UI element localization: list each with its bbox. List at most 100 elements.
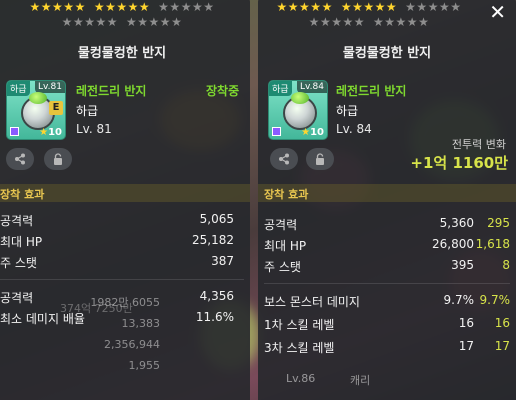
item-name: 레전드리 반지 [336, 84, 407, 98]
empty-star-icon: ★ [148, 15, 160, 29]
empty-star-icon: ★ [384, 15, 396, 29]
compare-item-panel: ★★★★★ ★★★★★ ★★★★★ ★★★★★ ★★★★★ ✕ 물컹물컹한 반지 하급… [258, 0, 516, 400]
stat-row: 주 스탯 395 8 [264, 258, 510, 274]
grade-tag: 하급 [7, 81, 30, 96]
filled-star-icon: ★ [52, 0, 64, 14]
item-icon[interactable]: 하급 Lv.84 ★10 [268, 80, 328, 140]
item-name: 레전드리 반지 [76, 84, 147, 98]
filled-star-icon: ★ [340, 0, 353, 14]
empty-star-icon: ★ [180, 0, 192, 14]
filled-star-icon: ★ [363, 0, 375, 14]
empty-star-icon: ★ [331, 15, 343, 29]
empty-star-icon: ★ [191, 0, 204, 14]
share-icon [279, 153, 289, 165]
empty-star-icon: ★ [418, 15, 430, 29]
empty-star-icon: ★ [72, 15, 85, 29]
empty-star-icon: ★ [61, 15, 73, 29]
close-button[interactable]: ✕ [489, 0, 506, 24]
equipped-label: 장착중 [206, 84, 240, 98]
stat-row: 3차 스킬 레벨 17 17 [264, 339, 510, 355]
empty-star-icon: ★ [373, 15, 385, 29]
combat-power-change: +1억 1160만 [410, 154, 508, 172]
empty-star-icon: ★ [203, 0, 215, 14]
stat-row: 최대 HP 26,800 1,618 [264, 237, 510, 253]
share-button[interactable] [270, 148, 298, 170]
combat-power-label: 전투력 변화 [451, 138, 506, 151]
filled-star-icon: ★ [385, 0, 398, 14]
empty-star-icon: ★ [106, 15, 118, 29]
star-force-row-top: ★★★★★ ★★★★★ ★★★★★ [0, 0, 250, 14]
ring-icon [283, 92, 317, 130]
stat-row: 공격력 5,065 [0, 212, 234, 228]
potential-icon [10, 127, 19, 136]
item-level: Lv. 81 [76, 122, 112, 136]
filled-star-icon: ★ [299, 0, 311, 14]
stat-row: 보스 몬스터 데미지 9.7% 9.7% [264, 293, 510, 309]
filled-star-icon: ★ [40, 0, 53, 14]
empty-star-icon: ★ [406, 15, 419, 29]
empty-star-icon: ★ [319, 15, 332, 29]
grade-tag: 하급 [269, 81, 292, 96]
empty-star-icon: ★ [308, 15, 320, 29]
star-count: ★10 [39, 127, 62, 138]
filled-star-icon: ★ [74, 0, 86, 14]
empty-star-icon: ★ [171, 15, 183, 29]
star-force-row-bottom: ★★★★★ ★★★★★ [0, 15, 250, 29]
filled-star-icon: ★ [310, 0, 322, 14]
item-title: 물컹물컹한 반지 [342, 46, 432, 61]
stat-row: 1차 스킬 레벨 16 16 [264, 316, 510, 332]
empty-star-icon: ★ [95, 15, 107, 29]
equip-effect-header: 장착 효과 [258, 184, 516, 202]
filled-star-icon: ★ [105, 0, 117, 14]
item-level: Lv. 84 [336, 122, 372, 136]
lock-button[interactable] [306, 148, 334, 170]
empty-star-icon: ★ [158, 0, 170, 14]
stat-row: 주 스탯 387 [0, 254, 234, 270]
filled-star-icon: ★ [287, 0, 300, 14]
empty-star-icon: ★ [126, 15, 138, 29]
background-character-strip: Lv.86 캐리 [286, 372, 371, 387]
empty-star-icon: ★ [450, 0, 462, 14]
item-title: 물컹물컹한 반지 [77, 46, 167, 61]
empty-star-icon: ★ [84, 15, 96, 29]
empty-star-icon: ★ [169, 0, 181, 14]
star-force-row-bottom: ★★★★★ ★★★★★ [240, 15, 498, 29]
empty-star-icon: ★ [342, 15, 354, 29]
filled-star-icon: ★ [63, 0, 75, 14]
item-grade: 하급 [76, 104, 99, 118]
filled-star-icon: ★ [93, 0, 106, 14]
potential-icon [272, 127, 281, 136]
empty-star-icon: ★ [353, 15, 365, 29]
filled-star-icon: ★ [116, 0, 128, 14]
item-grade: 하급 [336, 104, 359, 118]
equipped-badge: E [49, 101, 63, 115]
filled-star-icon: ★ [127, 0, 139, 14]
empty-star-icon: ★ [427, 0, 439, 14]
divider [264, 283, 510, 284]
stat-row: 최대 HP 25,182 [0, 233, 234, 249]
filled-star-icon: ★ [374, 0, 386, 14]
divider [0, 279, 244, 280]
share-icon [15, 153, 25, 165]
filled-star-icon: ★ [321, 0, 333, 14]
filled-star-icon: ★ [352, 0, 364, 14]
filled-star-icon: ★ [138, 0, 151, 14]
background-list: 1982만 6055 13,383 2,356,944 1,955 [90, 296, 160, 372]
empty-star-icon: ★ [405, 0, 417, 14]
empty-star-icon: ★ [137, 15, 149, 29]
empty-star-icon: ★ [438, 0, 451, 14]
empty-star-icon: ★ [159, 15, 172, 29]
star-force-row-top: ★★★★★ ★★★★★ ★★★★★ [240, 0, 498, 14]
share-button[interactable] [6, 148, 34, 170]
empty-star-icon: ★ [416, 0, 428, 14]
filled-star-icon: ★ [29, 0, 41, 14]
item-icon[interactable]: 하급 Lv.81 E ★10 [6, 80, 66, 140]
star-count: ★10 [301, 127, 324, 138]
empty-star-icon: ★ [395, 15, 407, 29]
lock-icon [54, 153, 62, 165]
equip-effect-header: 장착 효과 [0, 184, 250, 202]
lock-icon [316, 153, 324, 165]
stat-row: 공격력 5,360 295 [264, 216, 510, 232]
filled-star-icon: ★ [276, 0, 288, 14]
lock-button[interactable] [44, 148, 72, 170]
